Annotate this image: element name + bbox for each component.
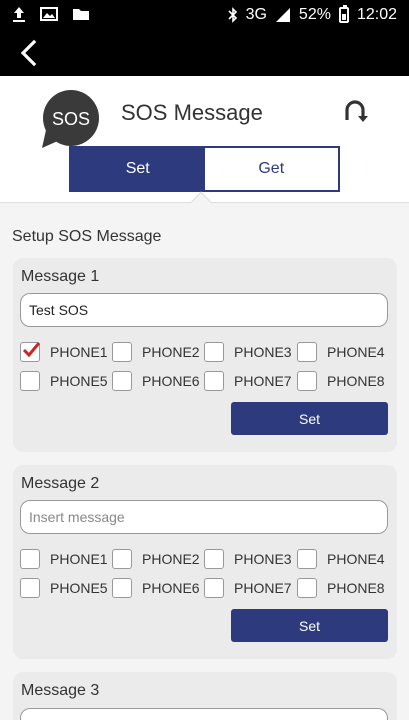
phone-label: PHONE2	[142, 551, 200, 567]
message-title: Message 2	[21, 475, 100, 492]
phone-label: PHONE1	[50, 344, 108, 360]
phone-label: PHONE2	[142, 344, 200, 360]
phone-checkbox[interactable]	[297, 549, 317, 569]
message-card-1: Message 1 PHONE1 PHONE2 PHONE3 PHONE4 PH…	[13, 258, 397, 452]
phone-label: PHONE6	[142, 373, 200, 389]
phone-label: PHONE6	[142, 580, 200, 596]
phone-checkbox[interactable]	[20, 578, 40, 598]
phone-label: PHONE8	[327, 373, 385, 389]
section-title: Setup SOS Message	[12, 228, 162, 245]
phone-row: PHONE5 PHONE6 PHONE7 PHONE8	[20, 371, 390, 393]
phone-label: PHONE3	[234, 344, 292, 360]
phone-checkbox[interactable]	[20, 371, 40, 391]
phone-label: PHONE3	[234, 551, 292, 567]
battery-percent: 52%	[298, 6, 331, 23]
message-input[interactable]	[20, 500, 388, 534]
phone-label: PHONE5	[50, 373, 108, 389]
phone-checkbox[interactable]	[204, 371, 224, 391]
refresh-icon[interactable]	[341, 98, 369, 126]
page-title: SOS Message	[121, 100, 263, 125]
phone-checkbox[interactable]	[297, 342, 317, 362]
phone-label: PHONE7	[234, 373, 292, 389]
phone-label: PHONE5	[50, 580, 108, 596]
back-arrow-icon[interactable]	[14, 38, 44, 68]
phone-checkbox[interactable]	[112, 342, 132, 362]
status-bar: 3G 52% 12:02	[0, 0, 409, 30]
header: SOS SOS Message Set Get	[0, 76, 409, 215]
phone-checkbox[interactable]	[204, 549, 224, 569]
tab-get[interactable]: Get	[204, 148, 338, 190]
tab-pointer	[189, 191, 213, 215]
signal-icon	[275, 7, 291, 23]
phone-checkbox[interactable]	[20, 549, 40, 569]
sos-logo-icon: SOS	[42, 90, 99, 148]
set-button[interactable]: Set	[231, 402, 388, 435]
clock: 12:02	[356, 6, 397, 23]
phone-label: PHONE8	[327, 580, 385, 596]
message-input[interactable]	[20, 293, 388, 327]
phone-label: PHONE4	[327, 344, 385, 360]
phone-label: PHONE1	[50, 551, 108, 567]
set-button[interactable]: Set	[231, 609, 388, 642]
phone-checkbox[interactable]	[297, 578, 317, 598]
network-type: 3G	[245, 6, 267, 23]
phone-label: PHONE4	[327, 551, 385, 567]
set-get-toggle: Set Get	[69, 146, 340, 192]
phone-checkbox[interactable]	[297, 371, 317, 391]
message-title: Message 1	[21, 268, 100, 285]
phone-checkbox[interactable]	[112, 549, 132, 569]
check-icon	[22, 342, 41, 358]
folder-icon	[72, 7, 90, 21]
tab-set[interactable]: Set	[71, 148, 205, 190]
upload-icon	[12, 6, 26, 22]
phone-checkbox[interactable]	[204, 342, 224, 362]
battery-icon	[338, 5, 349, 23]
phone-checkbox[interactable]	[204, 578, 224, 598]
message-card-2: Message 2 PHONE1 PHONE2 PHONE3 PHONE4 PH…	[13, 465, 397, 659]
phone-row: PHONE5 PHONE6 PHONE7 PHONE8	[20, 578, 390, 600]
app-bar	[0, 30, 409, 76]
phone-row: PHONE1 PHONE2 PHONE3 PHONE4	[20, 549, 390, 571]
message-input[interactable]	[20, 708, 388, 720]
phone-label: PHONE7	[234, 580, 292, 596]
bluetooth-icon	[228, 7, 238, 23]
sos-logo-text: SOS	[52, 109, 90, 129]
message-title: Message 3	[21, 682, 100, 699]
image-icon	[40, 7, 58, 21]
phone-checkbox[interactable]	[112, 578, 132, 598]
message-card-3: Message 3	[13, 672, 397, 720]
phone-checkbox[interactable]	[112, 371, 132, 391]
phone-row: PHONE1 PHONE2 PHONE3 PHONE4	[20, 342, 390, 364]
